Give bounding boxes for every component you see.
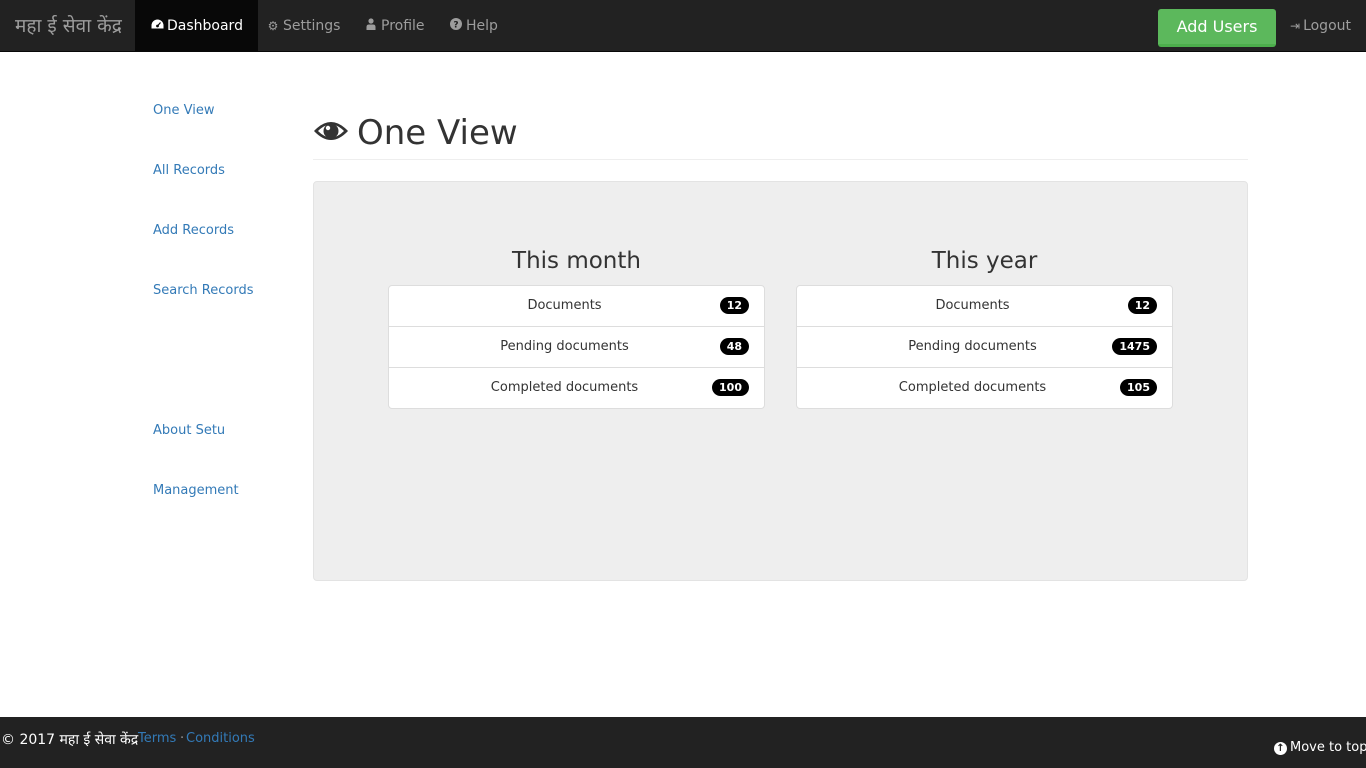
arrow-up-circle-icon: ↑ (1274, 742, 1287, 755)
sidebar-item-add-records[interactable]: Add Records (153, 223, 234, 238)
list-item: Pending documents 1475 (797, 326, 1172, 367)
brand-logo[interactable]: महा ई सेवा केंद्र (0, 0, 137, 52)
page-title: One View (357, 113, 518, 153)
sidebar-item-all-records[interactable]: All Records (153, 163, 225, 178)
question-icon: ? (449, 0, 463, 52)
footer-separator: · (180, 731, 185, 746)
stat-label: Documents (935, 298, 1010, 313)
gear-icon: ⚙ (267, 19, 279, 33)
conditions-link[interactable]: Conditions (186, 731, 255, 746)
svg-text:?: ? (453, 21, 458, 31)
panel-title-month: This month (512, 248, 641, 274)
stats-list-month: Documents 12 Pending documents 48 Comple… (388, 285, 765, 409)
nav-settings[interactable]: ⚙ Settings (251, 0, 355, 52)
count-badge: 1475 (1112, 338, 1157, 355)
eye-icon (313, 117, 349, 145)
nav-settings-label: Settings (283, 18, 341, 34)
count-badge: 105 (1120, 379, 1157, 396)
stat-label: Pending documents (500, 339, 629, 354)
stats-list-year: Documents 12 Pending documents 1475 Comp… (796, 285, 1173, 409)
nav-help[interactable]: ? Help (434, 0, 513, 52)
nav-dashboard-label: Dashboard (167, 18, 243, 34)
logout-icon: ⇥ (1290, 19, 1301, 33)
top-navbar: महा ई सेवा केंद्र Dashboard ⚙ Settings Pr… (0, 0, 1366, 52)
count-badge: 12 (719, 297, 749, 314)
sidebar-item-about-setu[interactable]: About Setu (153, 423, 225, 438)
nav-profile[interactable]: Profile (349, 0, 440, 52)
list-item: Documents 12 (389, 286, 764, 326)
nav-profile-label: Profile (381, 18, 425, 34)
move-to-top-link[interactable]: ↑ Move to top (1274, 740, 1366, 755)
sidebar-item-search-records[interactable]: Search Records (153, 283, 253, 298)
stat-label: Completed documents (490, 380, 639, 395)
stat-label: Completed documents (898, 380, 1047, 395)
count-badge: 100 (712, 379, 749, 396)
panel-title-year: This year (931, 248, 1038, 274)
terms-link[interactable]: Terms (138, 731, 176, 746)
count-badge: 48 (719, 338, 749, 355)
page-header: One View (313, 112, 1248, 160)
footer: © 2017 महा ई सेवा केंद्र Terms · Conditi… (0, 717, 1366, 768)
nav-help-label: Help (466, 18, 498, 34)
copyright-text: © 2017 महा ई सेवा केंद्र (1, 732, 139, 748)
logout-label: Logout (1303, 18, 1351, 34)
list-item: Pending documents 48 (389, 326, 764, 367)
list-item: Completed documents 105 (797, 367, 1172, 408)
logout-link[interactable]: ⇥ Logout (1290, 0, 1351, 52)
user-icon (364, 0, 378, 52)
stat-label: Pending documents (908, 339, 1037, 354)
sidebar-item-management[interactable]: Management (153, 483, 239, 498)
count-badge: 12 (1127, 297, 1157, 314)
sidebar-item-one-view[interactable]: One View (153, 103, 214, 118)
stat-label: Documents (527, 298, 602, 313)
nav-dashboard[interactable]: Dashboard (135, 0, 258, 52)
add-users-button[interactable]: Add Users (1158, 9, 1276, 47)
dashboard-icon (150, 0, 164, 52)
move-to-top-label: Move to top (1290, 740, 1366, 755)
list-item: Documents 12 (797, 286, 1172, 326)
list-item: Completed documents 100 (389, 367, 764, 408)
